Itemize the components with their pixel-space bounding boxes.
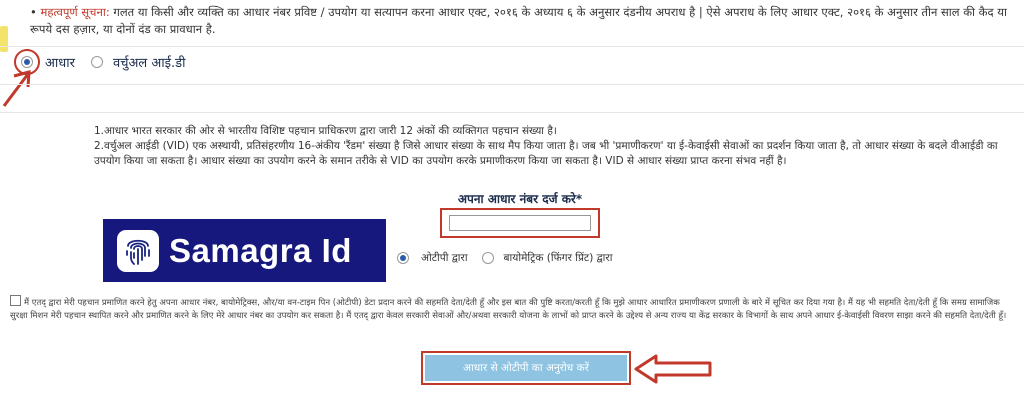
annotation-arrow-left <box>634 354 712 384</box>
aadhaar-number-input[interactable] <box>449 215 591 231</box>
request-otp-button[interactable]: आधार से ओटीपी का अनुरोध करें <box>425 355 627 381</box>
auth-method-selector: ओटीपी द्वारा बायोमेट्रिक (फिंगर प्रिंट) … <box>397 251 612 265</box>
divider <box>0 84 1024 85</box>
important-notice: • महत्वपूर्ण सूचना: गलत या किसी और व्यक्… <box>30 5 1007 36</box>
samagra-id-banner: Samagra Id <box>103 219 386 282</box>
id-type-selector: आधार वर्चुअल आई.डी <box>20 52 185 72</box>
radio-otp-label[interactable]: ओटीपी द्वारा <box>421 251 468 265</box>
radio-virtual-id-label[interactable]: वर्चुअल आई.डी <box>113 53 186 71</box>
radio-otp[interactable] <box>397 252 409 264</box>
request-otp-button-label: आधार से ओटीपी का अनुरोध करें <box>463 362 589 374</box>
radio-aadhaar-label[interactable]: आधार <box>45 53 75 71</box>
radio-virtual-id[interactable] <box>90 56 103 68</box>
divider <box>0 112 1024 113</box>
aadhaar-info: 1.आधार भारत सरकार की ओर से भारतीय विशिष्… <box>94 124 1014 169</box>
consent-checkbox[interactable] <box>10 295 21 306</box>
notice-text: गलत या किसी और व्यक्ति का आधार नंबर प्रव… <box>30 5 1007 36</box>
annotation-arrow-up <box>2 70 31 107</box>
radio-biometric-label[interactable]: बायोमेट्रिक (फिंगर प्रिंट) द्वारा <box>504 251 613 265</box>
consent-text: मैं एतद् द्वारा मेरी पहचान प्रमाणित करने… <box>10 298 1007 321</box>
aadhaar-input-highlight <box>440 208 600 238</box>
consent-declaration: मैं एतद् द्वारा मेरी पहचान प्रमाणित करने… <box>10 295 1015 323</box>
highlight-mark <box>0 26 8 52</box>
notice-label: महत्वपूर्ण सूचना: <box>40 5 110 19</box>
samagra-id-logo-text: Samagra Id <box>169 231 352 269</box>
aadhaar-input-label: अपना आधार नंबर दर्ज करे* <box>457 192 583 206</box>
fingerprint-icon <box>117 229 159 272</box>
info-line-1: 1.आधार भारत सरकार की ओर से भारतीय विशिष्… <box>94 125 557 137</box>
otp-request-highlight: आधार से ओटीपी का अनुरोध करें <box>421 351 631 385</box>
radio-biometric[interactable] <box>481 252 494 264</box>
divider <box>0 46 1024 47</box>
info-line-2: 2.वर्चुअल आईडी (VID) एक अस्थायी, प्रतिसं… <box>94 140 998 167</box>
